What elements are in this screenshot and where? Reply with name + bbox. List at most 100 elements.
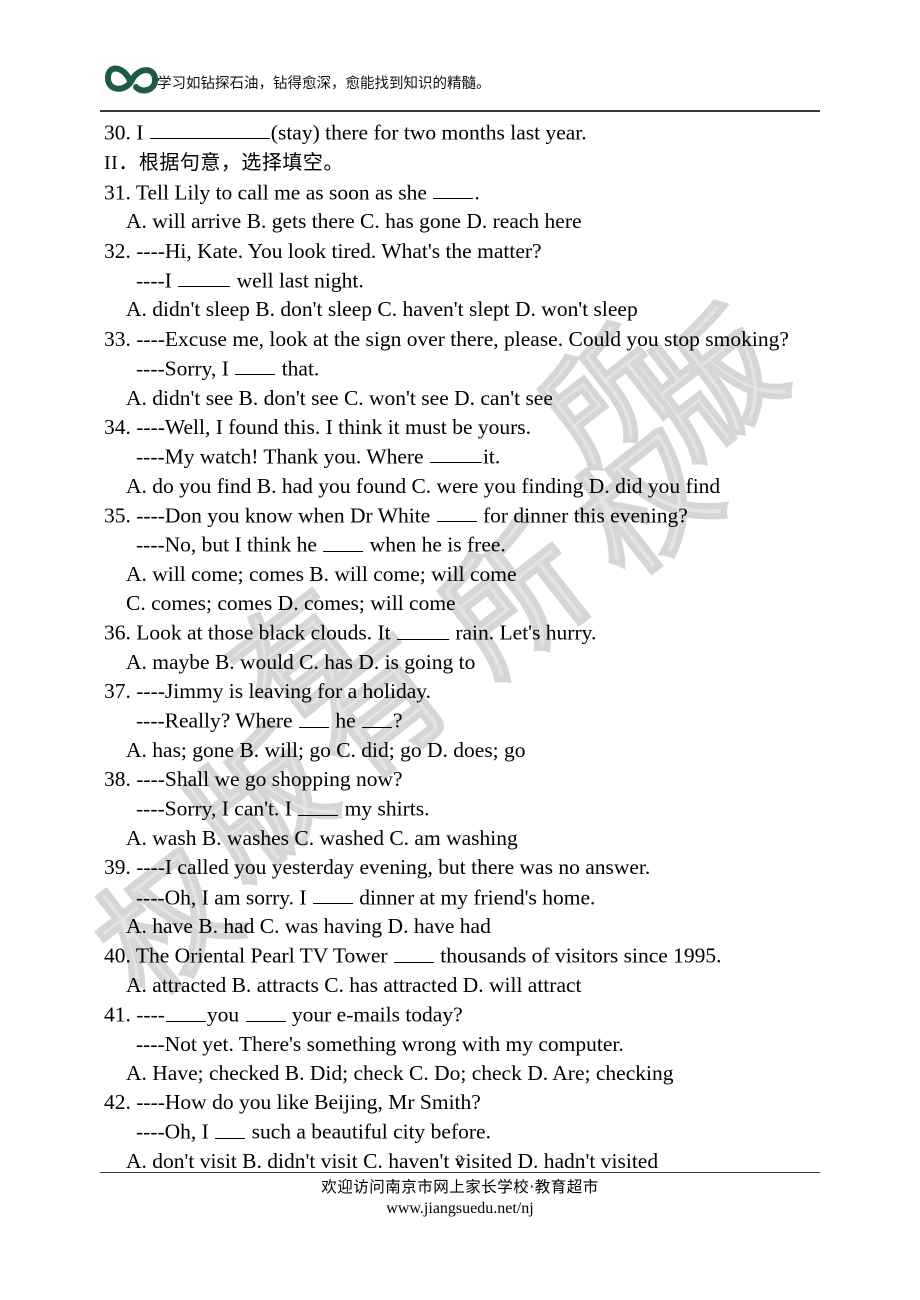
answer-blank[interactable]	[235, 354, 276, 376]
reply-pre: ----I	[136, 268, 178, 293]
question-42: 42. ----How do you like Beijing, Mr Smit…	[100, 1088, 830, 1117]
question-32: 32. ----Hi, Kate. You look tired. What's…	[100, 237, 830, 266]
reply-post: such a beautiful city before.	[246, 1119, 491, 1144]
reply-pre: ----Oh, I am sorry. I	[136, 884, 312, 909]
question-stem: ----Well, I found this. I think it must …	[136, 414, 532, 439]
options-40[interactable]: A. attracted B. attracts C. has attracte…	[100, 971, 830, 1000]
question-37-reply: ----Really? Where he ?	[100, 706, 830, 736]
question-stem-pre: ----	[136, 1002, 165, 1027]
reply-post: ?	[393, 708, 403, 733]
reply-mid: he	[329, 708, 362, 733]
question-stem-post: .	[474, 180, 480, 205]
question-number: 32.	[104, 238, 137, 263]
reply-post: that.	[276, 356, 320, 381]
answer-blank[interactable]	[149, 118, 270, 140]
answer-blank[interactable]	[245, 1000, 286, 1022]
options-35-row2[interactable]: C. comes; comes D. comes; will come	[100, 589, 830, 618]
answer-blank[interactable]	[433, 178, 474, 200]
question-number: 42.	[104, 1090, 137, 1115]
question-number: 33.	[104, 326, 137, 351]
question-stem-pre: ----Don you know when Dr White	[136, 503, 436, 528]
options-41[interactable]: A. Have; checked B. Did; check C. Do; ch…	[100, 1059, 830, 1088]
options-32[interactable]: A. didn't sleep B. don't sleep C. haven'…	[100, 295, 830, 324]
answer-blank[interactable]	[298, 706, 329, 728]
question-30: 30. I (stay) there for two months last y…	[100, 118, 830, 148]
exercise-content: 30. I (stay) there for two months last y…	[100, 118, 830, 1176]
options-33[interactable]: A. didn't see B. don't see C. won't see …	[100, 384, 830, 413]
options-36[interactable]: A. maybe B. would C. has D. is going to	[100, 648, 830, 677]
question-number: 40.	[104, 943, 136, 968]
question-stem-post: thousands of visitors since 1995.	[434, 943, 722, 968]
question-number: 30.	[104, 120, 137, 145]
options-37[interactable]: A. has; gone B. will; go C. did; go D. d…	[100, 736, 830, 765]
question-number: 39.	[104, 855, 137, 880]
answer-blank[interactable]	[393, 941, 434, 963]
question-stem-mid: you	[206, 1002, 245, 1027]
question-42-reply: ----Oh, I such a beautiful city before.	[100, 1117, 830, 1147]
footer-url[interactable]: www.jiangsuedu.net/nj	[0, 1198, 920, 1220]
question-stem: ----Shall we go shopping now?	[136, 767, 403, 792]
question-stem-pre: I	[136, 120, 149, 145]
question-stem-post: your e-mails today?	[286, 1002, 463, 1027]
question-number: 31.	[104, 180, 136, 205]
options-31[interactable]: A. will arrive B. gets there C. has gone…	[100, 207, 830, 236]
question-31: 31. Tell Lily to call me as soon as she …	[100, 178, 830, 208]
answer-blank[interactable]	[323, 530, 364, 552]
answer-blank[interactable]	[436, 501, 477, 523]
question-number: 36.	[104, 620, 137, 645]
reply-pre: ----Sorry, I	[136, 356, 235, 381]
question-stem-post: for dinner this evening?	[477, 503, 688, 528]
question-number: 34.	[104, 414, 137, 439]
question-39: 39. ----I called you yesterday evening, …	[100, 853, 830, 882]
question-39-reply: ----Oh, I am sorry. I dinner at my frien…	[100, 883, 830, 913]
question-number: 35.	[104, 503, 137, 528]
question-38-reply: ----Sorry, I can't. I my shirts.	[100, 794, 830, 824]
question-number: 41.	[104, 1002, 137, 1027]
question-stem-post: (stay) there for two months last year.	[270, 120, 587, 145]
answer-blank[interactable]	[362, 706, 393, 728]
answer-blank[interactable]	[165, 1000, 206, 1022]
reply-pre: ----Oh, I	[136, 1119, 215, 1144]
question-number: 37.	[104, 679, 137, 704]
question-stem-pre: Tell Lily to call me as soon as she	[135, 180, 433, 205]
question-stem: ----I called you yesterday evening, but …	[136, 855, 651, 880]
reply-post: dinner at my friend's home.	[353, 884, 596, 909]
question-stem: ----Excuse me, look at the sign over the…	[136, 326, 789, 351]
question-stem: ----Hi, Kate. You look tired. What's the…	[136, 238, 542, 263]
options-35-row1[interactable]: A. will come; comes B. will come; will c…	[100, 560, 830, 589]
options-34[interactable]: A. do you find B. had you found C. were …	[100, 472, 830, 501]
reply-post: it.	[482, 444, 501, 469]
reply-pre: ----No, but I think he	[136, 532, 323, 557]
answer-blank[interactable]	[178, 266, 231, 288]
question-34: 34. ----Well, I found this. I think it m…	[100, 413, 830, 442]
question-stem: ----How do you like Beijing, Mr Smith?	[136, 1090, 481, 1115]
section-heading-2: II．根据句意，选择填空。	[100, 148, 830, 178]
page-header: 学习如钻探石油，钻得愈深，愈能找到知识的精髓。	[100, 52, 820, 110]
page-number: 2	[456, 1153, 464, 1169]
question-36: 36. Look at those black clouds. It rain.…	[100, 618, 830, 648]
question-38: 38. ----Shall we go shopping now?	[100, 765, 830, 794]
section-heading-text: ．根据句意，选择填空。	[118, 149, 344, 174]
answer-blank[interactable]	[396, 618, 449, 640]
reply-pre: ----Really? Where	[136, 708, 298, 733]
question-41-reply: ----Not yet. There's something wrong wit…	[136, 1031, 624, 1056]
options-38[interactable]: A. wash B. washes C. washed C. am washin…	[100, 824, 830, 853]
header-tagline: 学习如钻探石油，钻得愈深，愈能找到知识的精髓。	[157, 76, 491, 92]
answer-blank[interactable]	[298, 794, 339, 816]
answer-blank[interactable]	[312, 883, 353, 904]
question-40: 40. The Oriental Pearl TV Tower thousand…	[100, 941, 830, 971]
answer-blank[interactable]	[429, 442, 482, 464]
question-35: 35. ----Don you know when Dr White for d…	[100, 501, 830, 531]
infinity-logo	[100, 56, 162, 100]
question-41: 41. ---- you your e-mails today?	[100, 1000, 830, 1030]
answer-blank[interactable]	[215, 1117, 246, 1139]
question-stem-pre: Look at those black clouds. It	[136, 620, 396, 645]
question-33-reply: ----Sorry, I that.	[100, 354, 830, 384]
footer-site-name: 欢迎访问南京市网上家长学校·教育超市	[321, 1178, 599, 1196]
document-page: 版 权 所 有 版 权 所 有 学习如钻探石油，钻得愈深，愈能找到知识的精髓。 …	[0, 0, 920, 1300]
reply-post: well last night.	[231, 268, 364, 293]
question-33: 33. ----Excuse me, look at the sign over…	[100, 325, 830, 354]
options-39[interactable]: A. have B. had C. was having D. have had	[100, 912, 830, 941]
reply-pre: ----Sorry, I can't. I	[136, 796, 298, 821]
question-number: 38.	[104, 767, 137, 792]
